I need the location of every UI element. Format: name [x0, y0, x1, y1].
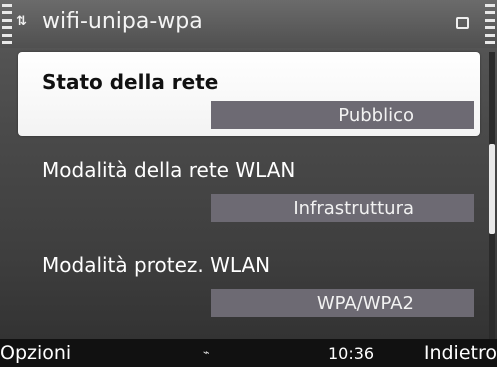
- softkey-bar: Opzioni ⌁ 10:36 Indietro: [0, 339, 497, 367]
- clock: 10:36: [328, 344, 375, 363]
- title-bar: ⇅ wifi-unipa-wpa: [0, 0, 497, 48]
- signal-strength-icon: [2, 4, 12, 44]
- setting-value: Pubblico: [211, 101, 474, 129]
- options-softkey[interactable]: Opzioni: [0, 342, 71, 364]
- setting-value: WPA/WPA2: [211, 289, 474, 317]
- scrollbar-thumb[interactable]: [489, 144, 495, 234]
- network-type-icon: ⇅: [16, 14, 27, 29]
- setting-label: Modalità della rete WLAN: [42, 158, 296, 182]
- back-softkey[interactable]: Indietro: [424, 342, 497, 364]
- setting-label: Stato della rete: [42, 70, 219, 94]
- settings-list: Stato della rete Pubblico Modalità della…: [18, 52, 480, 334]
- setting-network-status[interactable]: Stato della rete Pubblico: [18, 52, 480, 136]
- scrollbar[interactable]: [489, 52, 495, 342]
- connection-icon: ⌁: [203, 346, 210, 359]
- battery-icon: [485, 4, 495, 44]
- page-title: wifi-unipa-wpa: [42, 9, 203, 34]
- setting-wlan-mode[interactable]: Modalità della rete WLAN Infrastruttura: [18, 144, 480, 239]
- setting-label: Modalità protez. WLAN: [42, 253, 271, 277]
- settings-screen: ⇅ wifi-unipa-wpa Stato della rete Pubbli…: [0, 0, 497, 367]
- keypad-lock-icon: [456, 17, 469, 29]
- setting-value: Infrastruttura: [211, 194, 474, 222]
- setting-wlan-security[interactable]: Modalità protez. WLAN WPA/WPA2: [18, 239, 480, 334]
